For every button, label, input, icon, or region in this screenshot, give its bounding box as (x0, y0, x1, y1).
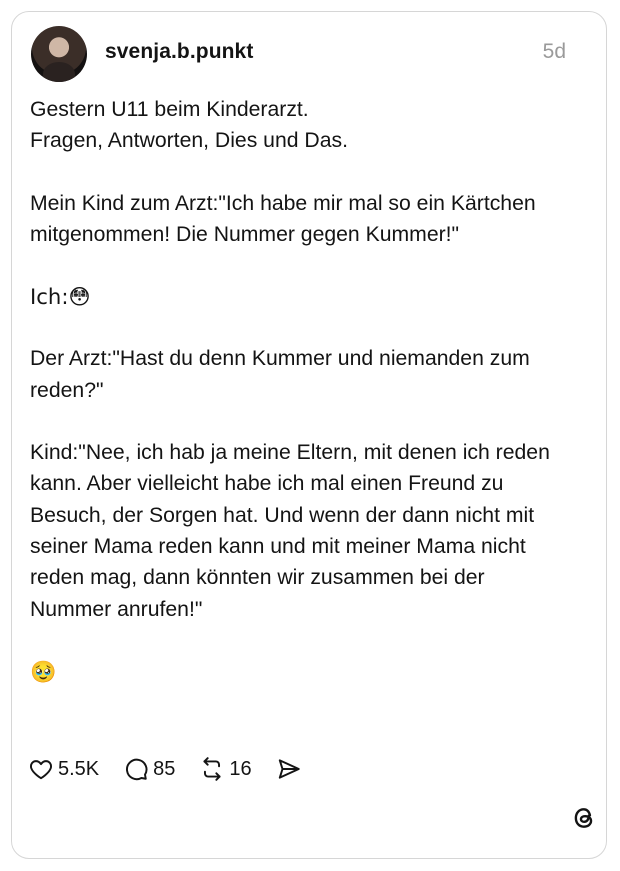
heart-icon (30, 760, 52, 780)
repost-count: 16 (229, 757, 252, 780)
post-paragraph: Ich:😳 (30, 284, 91, 310)
like-button[interactable]: 5.5K (28, 756, 99, 782)
comment-count: 85 (153, 757, 176, 780)
action-bar: 5.5K 85 16 (28, 756, 330, 782)
comment-icon (126, 758, 148, 781)
comment-button[interactable]: 85 (123, 756, 175, 782)
post-paragraph: Mein Kind zum Arzt:"Ich habe mir mal so … (30, 191, 536, 246)
repost-button[interactable]: 16 (199, 756, 252, 782)
repost-icon (203, 757, 221, 781)
post-paragraph: Gestern U11 beim Kinderarzt. Fragen, Ant… (30, 98, 348, 153)
post-time: 5d (542, 40, 566, 63)
post-body: Gestern U11 beim Kinderarzt. Fragen, Ant… (30, 94, 550, 687)
share-icon (278, 759, 300, 779)
share-button[interactable] (276, 756, 306, 782)
avatar[interactable] (31, 26, 87, 82)
username[interactable]: svenja.b.punkt (105, 40, 253, 64)
post-paragraph: Der Arzt:"Hast du denn Kummer und nieman… (30, 347, 530, 402)
like-count: 5.5K (58, 757, 100, 780)
threads-logo-icon[interactable] (571, 805, 597, 831)
post-paragraph: 🥹 (30, 658, 57, 684)
post-paragraph: Kind:"Nee, ich hab ja meine Eltern, mit … (30, 441, 550, 621)
